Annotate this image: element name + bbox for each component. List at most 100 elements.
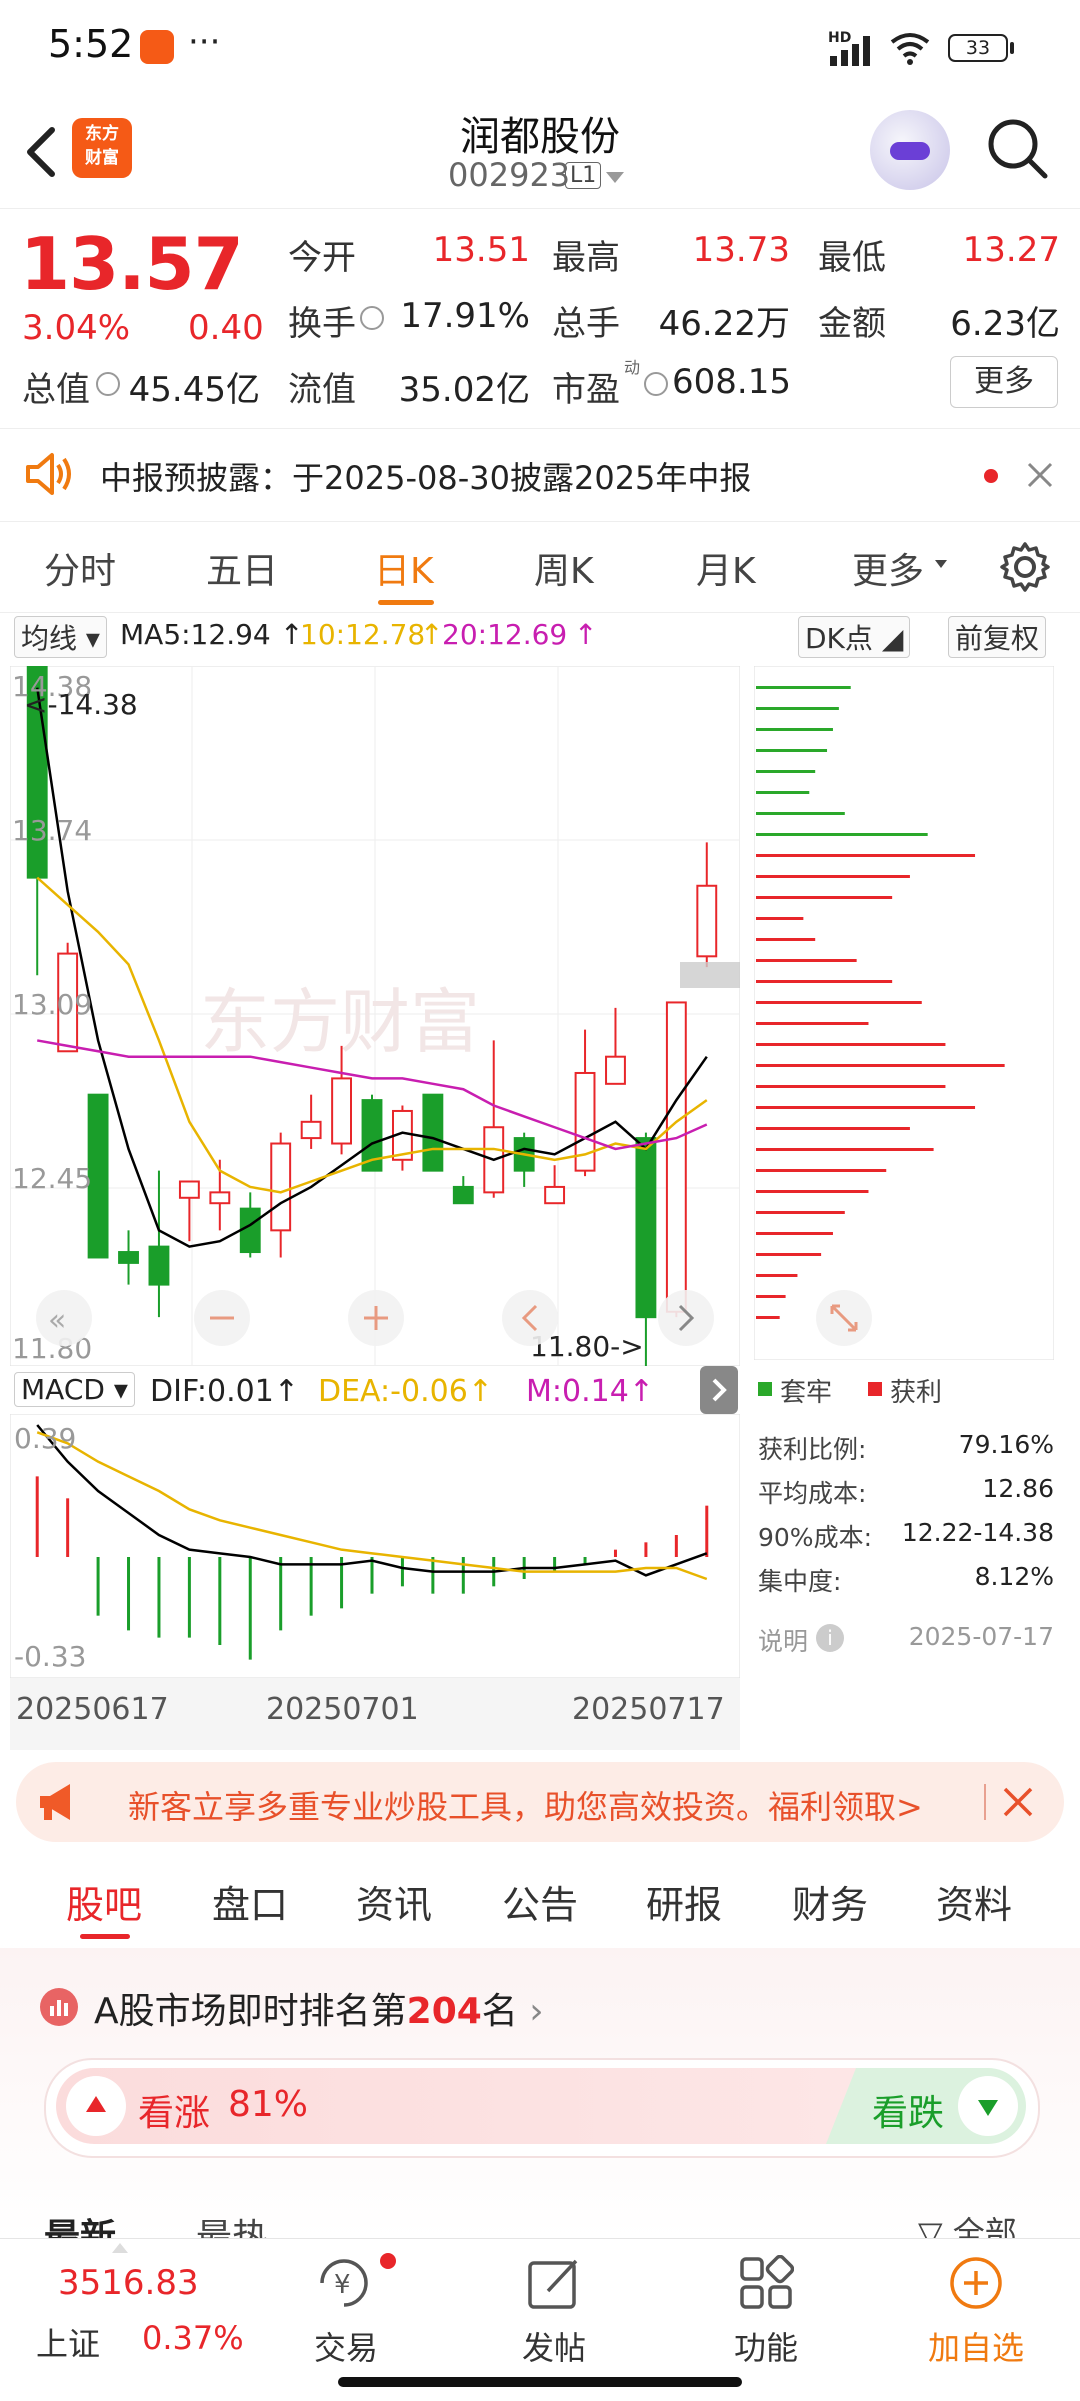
tab-financials[interactable]: 财务 xyxy=(792,1874,868,1929)
announcement-bar[interactable]: 中报预披露：于2025-08-30披露2025年中报 xyxy=(0,428,1080,522)
y-label-3: 13.09 xyxy=(12,988,92,1021)
dif-text: DIF:0.01 xyxy=(150,1374,274,1409)
search-icon[interactable] xyxy=(985,116,1049,180)
profit-ratio-label: 获利比例: xyxy=(758,1435,867,1464)
assistant-robot-icon[interactable] xyxy=(870,110,950,190)
high-label: 最高 xyxy=(552,238,620,278)
y-label-2: 13.74 xyxy=(12,814,92,847)
candle-body xyxy=(148,1245,170,1286)
add-watchlist-icon[interactable] xyxy=(948,2255,1004,2311)
nav-post[interactable]: 发帖 xyxy=(522,2323,586,2369)
expand-button[interactable] xyxy=(816,1290,872,1346)
collapse-panel-button[interactable] xyxy=(700,1366,738,1414)
tab-monthly-k[interactable]: 月K xyxy=(696,542,756,594)
close-icon[interactable] xyxy=(1026,461,1054,489)
bottom-nav: 3516.83 上证 0.37% ¥ 交易 发帖 功能 加自选 xyxy=(0,2238,1080,2401)
macd-y-bottom: -0.33 xyxy=(14,1640,86,1673)
more-button[interactable]: 更多 xyxy=(950,356,1058,408)
vote-up-button[interactable]: 看涨 81% xyxy=(56,2068,856,2144)
index-up-marker xyxy=(112,2243,128,2253)
tab-news[interactable]: 资讯 xyxy=(356,1874,432,1929)
pe-value: 608.15 xyxy=(672,362,791,402)
settings-gear-icon[interactable] xyxy=(998,540,1052,594)
ranking-chart-icon xyxy=(40,1988,78,2026)
tab-research[interactable]: 研报 xyxy=(646,1874,722,1929)
chip-distribution-chart[interactable] xyxy=(754,666,1054,1360)
macd-chart[interactable]: 0.39 -0.33 xyxy=(10,1414,740,1678)
ma5-value: MA5:12.94 xyxy=(120,618,271,651)
tab-profile[interactable]: 资料 xyxy=(936,1874,1012,1929)
guba-underline xyxy=(80,1934,130,1939)
promo-close-icon[interactable] xyxy=(1002,1786,1034,1818)
turnover-info-icon[interactable] xyxy=(360,306,384,330)
function-grid-icon[interactable] xyxy=(738,2255,794,2311)
zoom-out-button[interactable] xyxy=(194,1290,250,1346)
status-bar: 5:52 ··· HD 33 xyxy=(0,0,1080,90)
tab-guba[interactable]: 股吧 xyxy=(66,1874,142,1929)
total-value-info-icon[interactable] xyxy=(96,372,120,396)
scroll-left-button[interactable]: « xyxy=(36,1290,92,1346)
candle-body xyxy=(331,1077,352,1145)
chip-profit-bar xyxy=(756,1232,833,1235)
high-value: 13.73 xyxy=(692,230,790,270)
tab-intraday[interactable]: 分时 xyxy=(44,542,116,594)
step-right-button[interactable] xyxy=(658,1290,714,1346)
svg-text:¥: ¥ xyxy=(334,2270,351,2300)
nav-trade[interactable]: 交易 xyxy=(314,2323,378,2369)
ma20-arrow: ↑ xyxy=(574,618,598,651)
post-edit-icon[interactable] xyxy=(526,2255,582,2311)
amount-value: 6.23亿 xyxy=(950,304,1060,344)
step-left-button[interactable] xyxy=(502,1290,558,1346)
explain-label[interactable]: 说明 xyxy=(758,1622,808,1658)
promo-text: 新客立享多重专业炒股工具，助您高效投资。福利领取> xyxy=(128,1788,923,1826)
nav-function[interactable]: 功能 xyxy=(734,2323,798,2369)
index-value[interactable]: 3516.83 xyxy=(58,2263,199,2303)
macd-selector[interactable]: MACD ▾ xyxy=(14,1372,135,1407)
tab-more[interactable]: 更多 xyxy=(852,542,924,594)
info-icon[interactable]: i xyxy=(816,1624,844,1652)
candle-body xyxy=(118,1251,139,1264)
chip-profit-bar xyxy=(756,875,910,878)
tab-daily-k[interactable]: 日K xyxy=(374,542,434,594)
vote-up-percent: 81% xyxy=(228,2084,309,2125)
promo-divider xyxy=(984,1784,986,1820)
tab-weekly-k[interactable]: 周K xyxy=(534,542,594,594)
trade-icon[interactable]: ¥ xyxy=(314,2255,374,2311)
chip-date: 2025-07-17 xyxy=(908,1622,1054,1651)
vote-down-button[interactable]: 看跌 xyxy=(826,2068,1026,2144)
chip-profit-bar xyxy=(756,1274,798,1277)
tab-five-day[interactable]: 五日 xyxy=(206,542,278,594)
candle-body xyxy=(665,1001,687,1313)
announcement-text: 中报预披露：于2025-08-30披露2025年中报 xyxy=(100,459,752,497)
profit-ratio-value: 79.16% xyxy=(958,1430,1054,1459)
volume-value: 46.22万 xyxy=(658,304,790,344)
chip-profit-bar xyxy=(756,896,893,899)
adjust-toggle[interactable]: 前复权 xyxy=(948,616,1047,658)
date-label-start: 20250617 xyxy=(16,1692,169,1727)
pe-info-icon[interactable] xyxy=(644,372,668,396)
nav-add-watchlist[interactable]: 加自选 xyxy=(928,2323,1024,2369)
pe-dynamic-mark: 动 xyxy=(624,358,641,377)
stock-code[interactable]: 002923 xyxy=(448,156,570,194)
turnover-value: 17.91% xyxy=(400,296,530,336)
unread-dot xyxy=(984,469,998,483)
open-label: 今开 xyxy=(288,238,356,278)
rank-number: 204 xyxy=(406,1991,482,2032)
code-dropdown-icon[interactable] xyxy=(606,172,624,183)
chip-profit-bar xyxy=(756,959,857,962)
index-name[interactable]: 上证 xyxy=(36,2319,100,2365)
kline-chart[interactable]: 东方财富 14.38 13.74 13.09 12.45 11.80 <-14.… xyxy=(10,666,740,1366)
tab-announcements[interactable]: 公告 xyxy=(502,1874,578,1929)
dk-point-toggle[interactable]: DK点 ◢ xyxy=(798,616,911,658)
ma-selector[interactable]: 均线 ▾ xyxy=(14,616,107,658)
promo-banner[interactable]: 新客立享多重专业炒股工具，助您高效投资。福利领取> xyxy=(16,1762,1064,1842)
candle-body xyxy=(544,1185,566,1205)
tab-order-book[interactable]: 盘口 xyxy=(212,1874,288,1929)
svg-text:«: « xyxy=(48,1303,66,1338)
chip-profit-bar xyxy=(756,1085,946,1088)
zoom-in-button[interactable] xyxy=(348,1290,404,1346)
stock-header: 东方 财富 润都股份 002923 L1 xyxy=(0,90,1080,209)
chip-trapped-bar xyxy=(756,728,833,731)
concentration-label: 集中度: xyxy=(758,1567,842,1596)
megaphone-icon xyxy=(40,1784,70,1820)
